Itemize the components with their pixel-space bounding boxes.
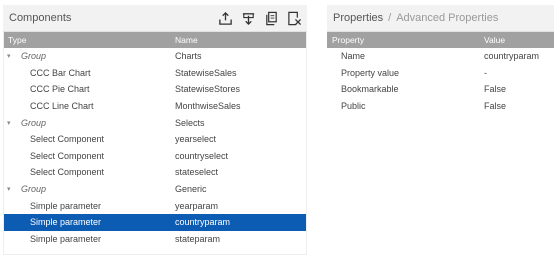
component-name: StatewiseSales [175, 67, 237, 78]
component-type-label: Select Component [30, 167, 105, 178]
property-value[interactable]: - [484, 68, 554, 78]
component-type: Select Component [3, 134, 175, 144]
duplicate-button[interactable] [263, 10, 280, 27]
delete-icon [288, 11, 302, 26]
properties-header: Properties / Advanced Properties [327, 5, 554, 32]
column-property: Property [332, 35, 365, 45]
expand-caret-icon[interactable]: ▾ [7, 52, 21, 60]
component-type: ▾ Group [3, 184, 175, 194]
group-row[interactable]: ▾ Group Generic [3, 181, 307, 198]
component-type-label: Group [21, 184, 47, 195]
component-type-label: Select Component [30, 134, 105, 145]
component-name: stateparam [175, 233, 221, 244]
move-down-icon [242, 13, 255, 26]
component-type-label: Simple parameter [30, 217, 102, 228]
property-row[interactable]: Bookmarkable False [327, 81, 554, 98]
component-name: countryparam [175, 217, 231, 228]
component-row[interactable]: Select Component yearselect [3, 131, 307, 148]
properties-list: Name countryparam Property value - Bookmarka… [327, 48, 554, 114]
component-type: Select Component [3, 151, 175, 161]
delete-button[interactable] [286, 10, 303, 27]
expand-caret-icon[interactable]: ▾ [7, 119, 21, 127]
property-row[interactable]: Public False [327, 98, 554, 115]
property-value[interactable]: False [484, 84, 554, 94]
component-name: Generic [175, 184, 207, 195]
component-row[interactable]: CCC Line Chart MonthwiseSales [3, 98, 307, 115]
component-type-label: Group [21, 117, 47, 128]
component-row[interactable]: CCC Bar Chart StatewiseSales [3, 65, 307, 82]
component-type-label: CCC Bar Chart [30, 67, 91, 78]
component-name: yearselect [175, 134, 217, 145]
component-row[interactable]: CCC Pie Chart StatewiseStores [3, 81, 307, 98]
tab-advanced-properties[interactable]: Advanced Properties [396, 12, 498, 24]
properties-column-header: Property Value [327, 32, 554, 48]
component-name: StatewiseStores [175, 84, 241, 95]
component-name: yearparam [175, 200, 219, 211]
components-title: Components [9, 12, 72, 24]
components-column-header: Type Name [3, 32, 307, 48]
component-type: Simple parameter [3, 201, 175, 211]
property-label: Public [341, 101, 366, 112]
breadcrumb-separator: / [388, 12, 392, 24]
property-label: Name [341, 51, 366, 62]
move-up-button[interactable] [217, 10, 234, 27]
component-type: CCC Line Chart [3, 101, 175, 111]
component-name: Selects [175, 117, 205, 128]
component-row[interactable]: Select Component stateselect [3, 164, 307, 181]
components-list: ▾ Group Charts CCC Bar Chart StatewiseSales C… [3, 48, 307, 247]
component-name: MonthwiseSales [175, 101, 241, 112]
property-label: Property value [341, 67, 400, 78]
component-type-label: CCC Line Chart [30, 101, 94, 112]
tab-properties[interactable]: Properties [333, 12, 383, 24]
component-type: Simple parameter [3, 217, 175, 227]
component-type-label: Simple parameter [30, 200, 102, 211]
column-value: Value [484, 35, 506, 45]
components-panel: Components Type Name ▾ Group Charts CCC … [3, 5, 307, 255]
duplicate-icon [266, 11, 277, 26]
group-row[interactable]: ▾ Group Selects [3, 114, 307, 131]
move-down-button[interactable] [240, 10, 257, 27]
property-row[interactable]: Name countryparam [327, 48, 554, 65]
component-row[interactable]: Simple parameter stateparam [3, 231, 307, 248]
group-row[interactable]: ▾ Group Charts [3, 48, 307, 65]
components-header: Components [3, 5, 307, 32]
column-name: Name [175, 35, 198, 45]
component-type: Select Component [3, 167, 175, 177]
property-value[interactable]: countryparam [484, 51, 554, 61]
column-type: Type [8, 35, 27, 45]
component-type: CCC Bar Chart [3, 68, 175, 78]
component-type-label: Group [21, 51, 47, 62]
expand-caret-icon[interactable]: ▾ [7, 185, 21, 193]
component-type: ▾ Group [3, 51, 175, 61]
components-toolbar [217, 10, 303, 27]
component-row[interactable]: Simple parameter yearparam [3, 197, 307, 214]
move-up-icon [219, 11, 232, 25]
component-row[interactable]: Simple parameter countryparam [3, 213, 307, 231]
component-name: stateselect [175, 167, 219, 178]
property-row[interactable]: Property value - [327, 65, 554, 82]
property-value[interactable]: False [484, 101, 554, 111]
component-type-label: Simple parameter [30, 233, 102, 244]
component-type: Simple parameter [3, 234, 175, 244]
properties-panel: Properties / Advanced Properties Propert… [327, 5, 554, 255]
component-type-label: CCC Pie Chart [30, 84, 90, 95]
property-label: Bookmarkable [341, 84, 399, 95]
component-name: Charts [175, 51, 202, 62]
component-row[interactable]: Select Component countryselect [3, 148, 307, 165]
component-name: countryselect [175, 150, 229, 161]
component-type: CCC Pie Chart [3, 84, 175, 94]
component-type-label: Select Component [30, 150, 105, 161]
component-type: ▾ Group [3, 118, 175, 128]
